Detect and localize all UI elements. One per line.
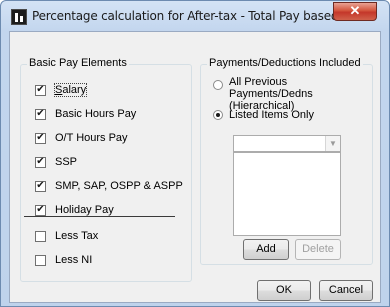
- ok-button-label: OK: [276, 284, 292, 296]
- listed-items-listbox[interactable]: [233, 152, 341, 236]
- checkbox-box[interactable]: ✔: [35, 108, 46, 120]
- radio-all-previous-payments[interactable]: All Previous Payments/Dedns (Hierarchica…: [213, 76, 372, 112]
- basic-pay-elements-group: Basic Pay Elements ✔ Salary ✔ Basic Hour…: [20, 57, 192, 282]
- add-button[interactable]: Add: [243, 239, 289, 260]
- divider-line: [24, 216, 175, 217]
- checkbox-box[interactable]: ✔: [35, 180, 46, 192]
- radio-label: Listed Items Only: [229, 109, 314, 121]
- payments-group-label: Payments/Deductions Included: [207, 57, 363, 69]
- ok-button[interactable]: OK: [257, 280, 311, 301]
- checkbox-label: Less NI: [55, 254, 93, 266]
- checkbox-less-ni[interactable]: Less NI: [35, 252, 92, 268]
- checkbox-ot-hours-pay[interactable]: ✔ O/T Hours Pay: [35, 130, 128, 146]
- checkbox-box[interactable]: ✔: [35, 84, 46, 96]
- checkbox-box[interactable]: ✔: [35, 132, 46, 144]
- checkbox-box[interactable]: ✔: [35, 156, 46, 168]
- checkbox-label: SMP, SAP, OSPP & ASPP: [55, 180, 183, 192]
- radio-label: All Previous Payments/Dedns: [229, 76, 313, 100]
- checkbox-box[interactable]: [35, 254, 46, 266]
- radio-button[interactable]: [213, 110, 223, 120]
- delete-button-label: Delete: [302, 243, 334, 255]
- checkbox-label: Basic Hours Pay: [55, 108, 137, 120]
- payment-select-combo[interactable]: ▼: [233, 135, 341, 152]
- dialog-client-area: Basic Pay Elements ✔ Salary ✔ Basic Hour…: [9, 31, 381, 303]
- checkbox-box[interactable]: ✔: [35, 204, 46, 216]
- checkbox-less-tax[interactable]: Less Tax: [35, 228, 98, 244]
- title-bar[interactable]: Percentage calculation for After-tax - T…: [1, 1, 389, 31]
- window-title: Percentage calculation for After-tax - T…: [32, 9, 368, 23]
- checkbox-label: O/T Hours Pay: [55, 132, 128, 144]
- checkbox-salary[interactable]: ✔ Salary: [35, 82, 88, 98]
- app-icon: [11, 9, 27, 25]
- radio-button[interactable]: [213, 80, 223, 90]
- cancel-button-label: Cancel: [328, 284, 364, 296]
- radio-listed-items-only[interactable]: Listed Items Only: [213, 109, 314, 121]
- checkbox-box[interactable]: [35, 230, 46, 242]
- checkbox-label: Holiday Pay: [55, 204, 114, 216]
- close-button[interactable]: ✕: [333, 2, 377, 21]
- checkbox-basic-hours-pay[interactable]: ✔ Basic Hours Pay: [35, 106, 136, 122]
- checkbox-label: Less Tax: [55, 230, 99, 242]
- checkbox-label: SSP: [55, 156, 78, 168]
- dialog-window: Percentage calculation for After-tax - T…: [0, 0, 390, 307]
- basic-pay-group-label: Basic Pay Elements: [27, 57, 129, 69]
- checkbox-label: Salary: [53, 83, 88, 97]
- cancel-button[interactable]: Cancel: [319, 280, 373, 301]
- delete-button[interactable]: Delete: [295, 239, 341, 260]
- checkbox-ssp[interactable]: ✔ SSP: [35, 154, 77, 170]
- checkbox-smp-sap-ospp-aspp[interactable]: ✔ SMP, SAP, OSPP & ASPP: [35, 178, 183, 194]
- add-button-label: Add: [256, 243, 276, 255]
- chevron-down-icon[interactable]: ▼: [325, 136, 340, 151]
